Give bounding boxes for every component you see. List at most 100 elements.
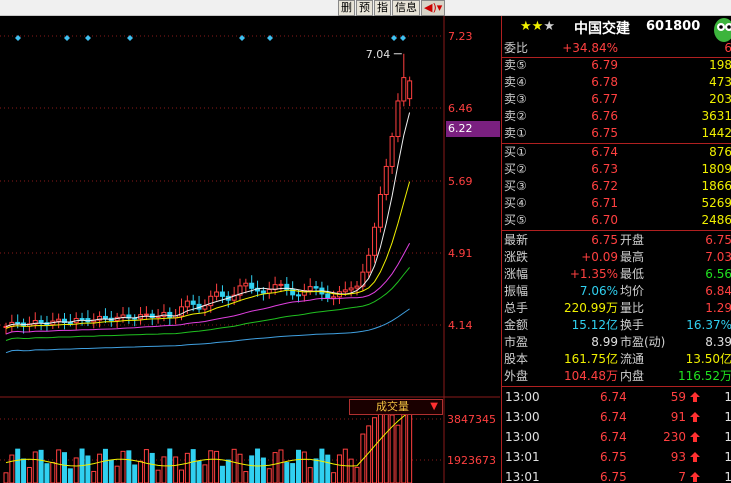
volume-bar xyxy=(108,459,114,483)
volume-bar xyxy=(284,462,290,483)
volume-bar xyxy=(67,468,73,483)
bid-label: 买③ xyxy=(504,179,527,193)
stat-label: 最低 xyxy=(620,267,645,281)
ask-row[interactable]: 卖① 6.75 1442 xyxy=(502,125,731,142)
stat-row: 市盈 8.99 市盈(动) 8.39 xyxy=(502,334,731,351)
bid-price: 6.74 xyxy=(591,145,618,159)
stat-value: 7.03 xyxy=(705,250,731,264)
ask-volume: 1442 xyxy=(701,126,731,140)
info-button[interactable]: 信息 xyxy=(392,0,420,16)
stat-row: 股本 161.75亿 流通 13.50亿 xyxy=(502,351,731,368)
bid-row[interactable]: 买② 6.73 1809 xyxy=(502,161,731,178)
current-price-tag: 6.22 xyxy=(446,121,500,137)
up-arrow-icon xyxy=(690,392,700,402)
volume-axis-label: 3847345 xyxy=(447,413,496,426)
candle-body xyxy=(377,194,383,228)
volume-indicator-label: 成交量 xyxy=(376,400,409,413)
volume-bar xyxy=(202,464,208,483)
stock-code: 601800 xyxy=(646,19,701,34)
tick-time: 13:01 xyxy=(505,470,540,483)
bid-row[interactable]: 买⑤ 6.70 2486 xyxy=(502,212,731,229)
volume-bar xyxy=(97,453,103,483)
ask-row[interactable]: 卖③ 6.77 203 xyxy=(502,91,731,108)
bid-volume: 5269 xyxy=(701,196,731,210)
candle-body xyxy=(278,283,284,286)
ask-volume: 473 xyxy=(709,75,731,89)
event-marker-icon xyxy=(85,35,91,41)
volume-bar xyxy=(348,458,354,483)
stat-value: 6.75 xyxy=(705,233,731,247)
bid-row[interactable]: 买④ 6.71 5269 xyxy=(502,195,731,212)
outer-label: 外盘 xyxy=(504,369,529,383)
volume-bar xyxy=(372,417,378,483)
candle-body xyxy=(372,226,378,256)
stat-value: 16.37% xyxy=(686,318,731,332)
price-axis-label: 6.46 xyxy=(448,102,473,115)
volume-bar xyxy=(184,452,190,483)
stat-label: 振幅 xyxy=(504,284,529,298)
stat-value: 6.56 xyxy=(705,267,731,281)
preview-button[interactable]: 预 xyxy=(356,0,373,16)
ask-price: 6.78 xyxy=(591,75,618,89)
candle-body xyxy=(214,291,220,297)
ma10-line xyxy=(5,181,411,329)
volume-bar xyxy=(237,453,243,483)
volume-bar xyxy=(85,455,91,483)
tick-extra: 1 xyxy=(724,390,731,404)
tick-extra: 1 xyxy=(724,410,731,424)
candle-body xyxy=(120,314,126,318)
candle-body xyxy=(15,321,21,324)
tick-volume: 59 xyxy=(670,390,686,404)
volume-bar xyxy=(260,457,266,483)
bid-volume: 1809 xyxy=(701,162,731,176)
volume-bar xyxy=(91,470,97,483)
stat-row: 振幅 7.06% 均价 6.84 xyxy=(502,283,731,300)
volume-bar xyxy=(161,456,167,483)
volume-bar xyxy=(38,449,44,483)
tick-extra: 1 xyxy=(724,470,731,483)
quote-panel: ★★★ 中国交建 601800 委比 +34.84% 6 卖⑤ 6.79 198… xyxy=(501,16,731,483)
candle-body xyxy=(331,296,337,299)
ask-label: 卖⑤ xyxy=(504,58,527,72)
ask-volume: 198 xyxy=(709,58,731,72)
volume-indicator-dropdown[interactable]: 成交量 ▼ xyxy=(349,399,443,415)
stat-value: 8.99 xyxy=(591,335,618,349)
price-axis-label: 5.69 xyxy=(448,175,473,188)
ask-row[interactable]: 卖⑤ 6.79 198 xyxy=(502,57,731,74)
volume-bar xyxy=(354,466,360,483)
tick-time: 13:01 xyxy=(505,450,540,464)
bid-row[interactable]: 买③ 6.72 1866 xyxy=(502,178,731,195)
ask-row[interactable]: 卖② 6.76 3631 xyxy=(502,108,731,125)
stat-label: 市盈 xyxy=(504,335,529,349)
ask-label: 卖④ xyxy=(504,75,527,89)
divider xyxy=(502,230,731,231)
volume-bar xyxy=(307,467,313,483)
candle-body xyxy=(383,165,389,196)
bid-row[interactable]: 买① 6.74 876 xyxy=(502,144,731,161)
volume-bar xyxy=(377,409,383,483)
volume-bar xyxy=(272,452,278,483)
candle-body xyxy=(366,254,372,273)
delete-button[interactable]: 删 xyxy=(338,0,355,16)
volume-bar xyxy=(196,460,202,483)
volume-bar xyxy=(407,402,413,483)
candle-body xyxy=(395,100,401,138)
volume-bar xyxy=(149,452,155,483)
volume-bar xyxy=(243,471,249,483)
candle-body xyxy=(79,318,85,321)
candle-body xyxy=(143,313,149,316)
sound-dropdown-button[interactable]: ◀)▾ xyxy=(421,0,446,16)
volume-bar xyxy=(155,469,161,483)
volume-bar xyxy=(266,468,272,483)
tick-time: 13:00 xyxy=(505,410,540,424)
star-icon: ★ xyxy=(520,19,532,34)
volume-bar xyxy=(62,452,67,483)
ask-row[interactable]: 卖④ 6.78 473 xyxy=(502,74,731,91)
star-icon: ★ xyxy=(531,19,544,34)
indicator-button[interactable]: 指 xyxy=(374,0,391,16)
stat-label: 总手 xyxy=(504,301,529,315)
stat-value: 7.06% xyxy=(579,284,618,298)
bid-label: 买② xyxy=(504,162,527,176)
rating-stars: ★★★ xyxy=(520,19,555,34)
volume-bar xyxy=(319,448,325,483)
